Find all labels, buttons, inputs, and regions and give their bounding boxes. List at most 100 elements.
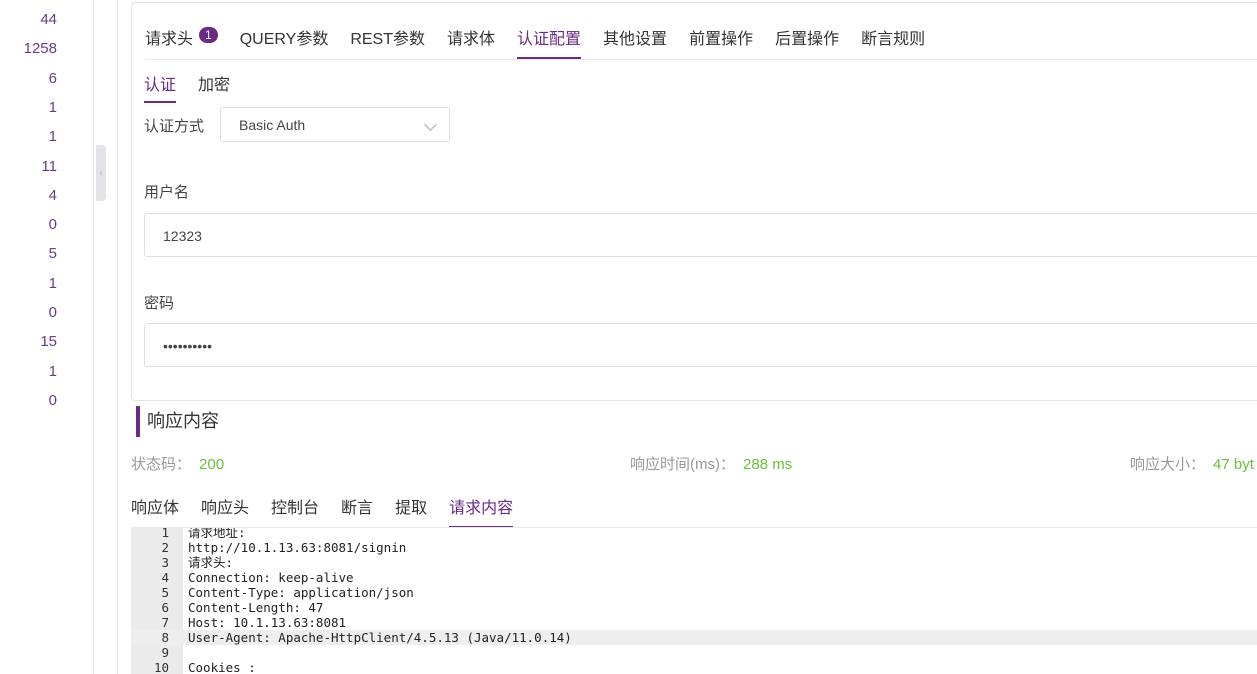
tab-label: QUERY参数 — [239, 31, 329, 48]
response-tabs: 响应体 响应头 控制台 断言 提取 请求内容 — [131, 494, 535, 528]
row-count-value: 1258 — [23, 40, 57, 58]
line-text: Cookies : — [188, 660, 256, 674]
request-tabs: 请求头 1 QUERY参数 REST参数 请求体 认证配置 其他设置 前置操作 后置操作 断言规则 — [145, 25, 947, 59]
subtab-1[interactable]: 认证 — [144, 71, 177, 103]
line-text: http://10.1.13.63:8081/signin — [188, 540, 407, 555]
line-text: Content-Type: application/json — [188, 585, 414, 600]
row-count-value: 0 — [48, 216, 57, 234]
tab-9[interactable]: 断言规则 — [861, 25, 925, 59]
response-tab-4[interactable]: 断言 — [341, 494, 373, 528]
response-size-value: 47 byt — [1213, 456, 1254, 473]
line-number: 4 — [161, 570, 169, 585]
line-text: 请求头: — [188, 555, 234, 570]
splitter-gutter — [106, 0, 118, 674]
response-tab-1[interactable]: 响应体 — [131, 494, 179, 528]
response-size-stat: 响应大小： 47 byt — [1130, 453, 1254, 474]
line-number: 3 — [161, 555, 169, 570]
status-code-label: 状态码： — [131, 456, 192, 473]
tabs-divider — [145, 59, 1257, 60]
line-number: 7 — [161, 615, 169, 630]
line-text: 请求地址: — [188, 528, 246, 540]
password-label: 密码 — [144, 295, 175, 312]
row-count-value: 4 — [48, 186, 57, 204]
response-tab-5[interactable]: 提取 — [395, 494, 427, 528]
code-line: 9 — [131, 645, 1257, 660]
response-tab-6[interactable]: 请求内容 — [449, 494, 514, 528]
tab-label: 断言规则 — [861, 31, 926, 48]
line-text: Connection: keep-alive — [188, 570, 354, 585]
response-section-title: 响应内容 — [136, 406, 219, 437]
password-value: •••••••••• — [163, 338, 213, 354]
username-label: 用户名 — [144, 184, 190, 201]
row-count-value: 1 — [48, 362, 57, 380]
count-badge: 1 — [199, 27, 218, 43]
tab-label: REST参数 — [350, 31, 426, 48]
tab-label: 请求体 — [447, 31, 496, 48]
row-count-value: 1 — [48, 128, 57, 146]
row-count-value: 11 — [41, 157, 57, 175]
subtab-2[interactable]: 加密 — [198, 71, 230, 103]
row-count-value: 44 — [40, 11, 57, 28]
code-line: 6 Content-Length: 47 — [131, 600, 1257, 615]
status-code-value: 200 — [199, 456, 225, 473]
row-count-value: 5 — [48, 245, 57, 263]
line-number: 2 — [161, 540, 169, 555]
response-time-stat: 响应时间(ms)： 288 ms — [630, 453, 792, 474]
tab-1[interactable]: 请求头 1 — [145, 25, 218, 59]
tab-3[interactable]: REST参数 — [350, 25, 425, 59]
line-text: Content-Length: 47 — [188, 600, 324, 615]
code-line: 8 User-Agent: Apache-HttpClient/4.5.13 (J… — [131, 630, 1257, 645]
row-count-value: 6 — [48, 69, 57, 87]
tab-6[interactable]: 其他设置 — [603, 25, 667, 59]
tab-label: 前置操作 — [689, 31, 754, 48]
code-line: 2 http://10.1.13.63:8081/signin — [131, 540, 1257, 555]
tab-8[interactable]: 后置操作 — [775, 25, 839, 59]
response-size-label: 响应大小： — [1130, 456, 1206, 473]
request-content-editor[interactable]: 1 请求地址: 2 http://10.1.13.63:8081/signin 3 请求头… — [131, 528, 1257, 674]
tab-7[interactable]: 前置操作 — [689, 25, 753, 59]
tab-label: 其他设置 — [603, 31, 668, 48]
tab-5[interactable]: 认证配置 — [517, 25, 582, 59]
auth-method-label: 认证方式 — [144, 118, 205, 135]
chevron-down-icon — [424, 118, 437, 131]
line-number: 9 — [161, 645, 169, 660]
line-text: User-Agent: Apache-HttpClient/4.5.13 (Ja… — [188, 630, 572, 645]
collapse-handle[interactable]: ‹ — [96, 145, 106, 201]
response-time-value: 288 ms — [743, 456, 793, 473]
row-count-value: 1 — [48, 274, 57, 292]
line-number: 8 — [161, 630, 169, 645]
row-count-value: 15 — [40, 333, 57, 351]
status-code-stat: 状态码： 200 — [131, 453, 224, 474]
auth-method-value: Basic Auth — [239, 117, 306, 133]
auth-subtabs: 认证 加密 — [144, 71, 252, 103]
username-input[interactable]: 12323 — [144, 213, 1257, 257]
line-text: Host: 10.1.13.63:8081 — [188, 615, 347, 630]
code-line: 3 请求头: — [131, 555, 1257, 570]
chevron-left-icon: ‹ — [99, 167, 103, 179]
response-tab-3[interactable]: 控制台 — [271, 494, 319, 528]
tab-label: 请求头 — [145, 31, 194, 48]
auth-method-select[interactable]: Basic Auth — [220, 107, 450, 142]
line-number: 5 — [161, 585, 169, 600]
code-line: 10 Cookies : — [131, 660, 1257, 674]
tab-4[interactable]: 请求体 — [447, 25, 495, 59]
line-number: 6 — [161, 600, 169, 615]
code-line: 7 Host: 10.1.13.63:8081 — [131, 615, 1257, 630]
left-count-column: 44 1258 6 1 1 11 4 0 5 1 0 15 1 0 — [0, 0, 94, 674]
request-config-panel: 请求头 1 QUERY参数 REST参数 请求体 认证配置 其他设置 前置操作 后置操作 断言规则… — [131, 2, 1257, 401]
code-line: 5 Content-Type: application/json — [131, 585, 1257, 600]
code-line: 1 请求地址: — [131, 528, 1257, 540]
row-count-value: 0 — [48, 391, 57, 409]
row-count-value: 0 — [48, 304, 57, 321]
row-count-value: 1 — [48, 98, 57, 116]
tab-label: 后置操作 — [775, 31, 840, 48]
password-input[interactable]: •••••••••• — [144, 323, 1257, 367]
tab-label: 认证配置 — [517, 31, 582, 48]
code-line: 4 Connection: keep-alive — [131, 570, 1257, 585]
line-number: 1 — [161, 528, 169, 540]
tab-2[interactable]: QUERY参数 — [240, 25, 329, 59]
response-time-label: 响应时间(ms)： — [630, 456, 735, 473]
username-value: 12323 — [163, 228, 202, 244]
line-number: 10 — [153, 660, 169, 674]
response-tab-2[interactable]: 响应头 — [201, 494, 249, 528]
